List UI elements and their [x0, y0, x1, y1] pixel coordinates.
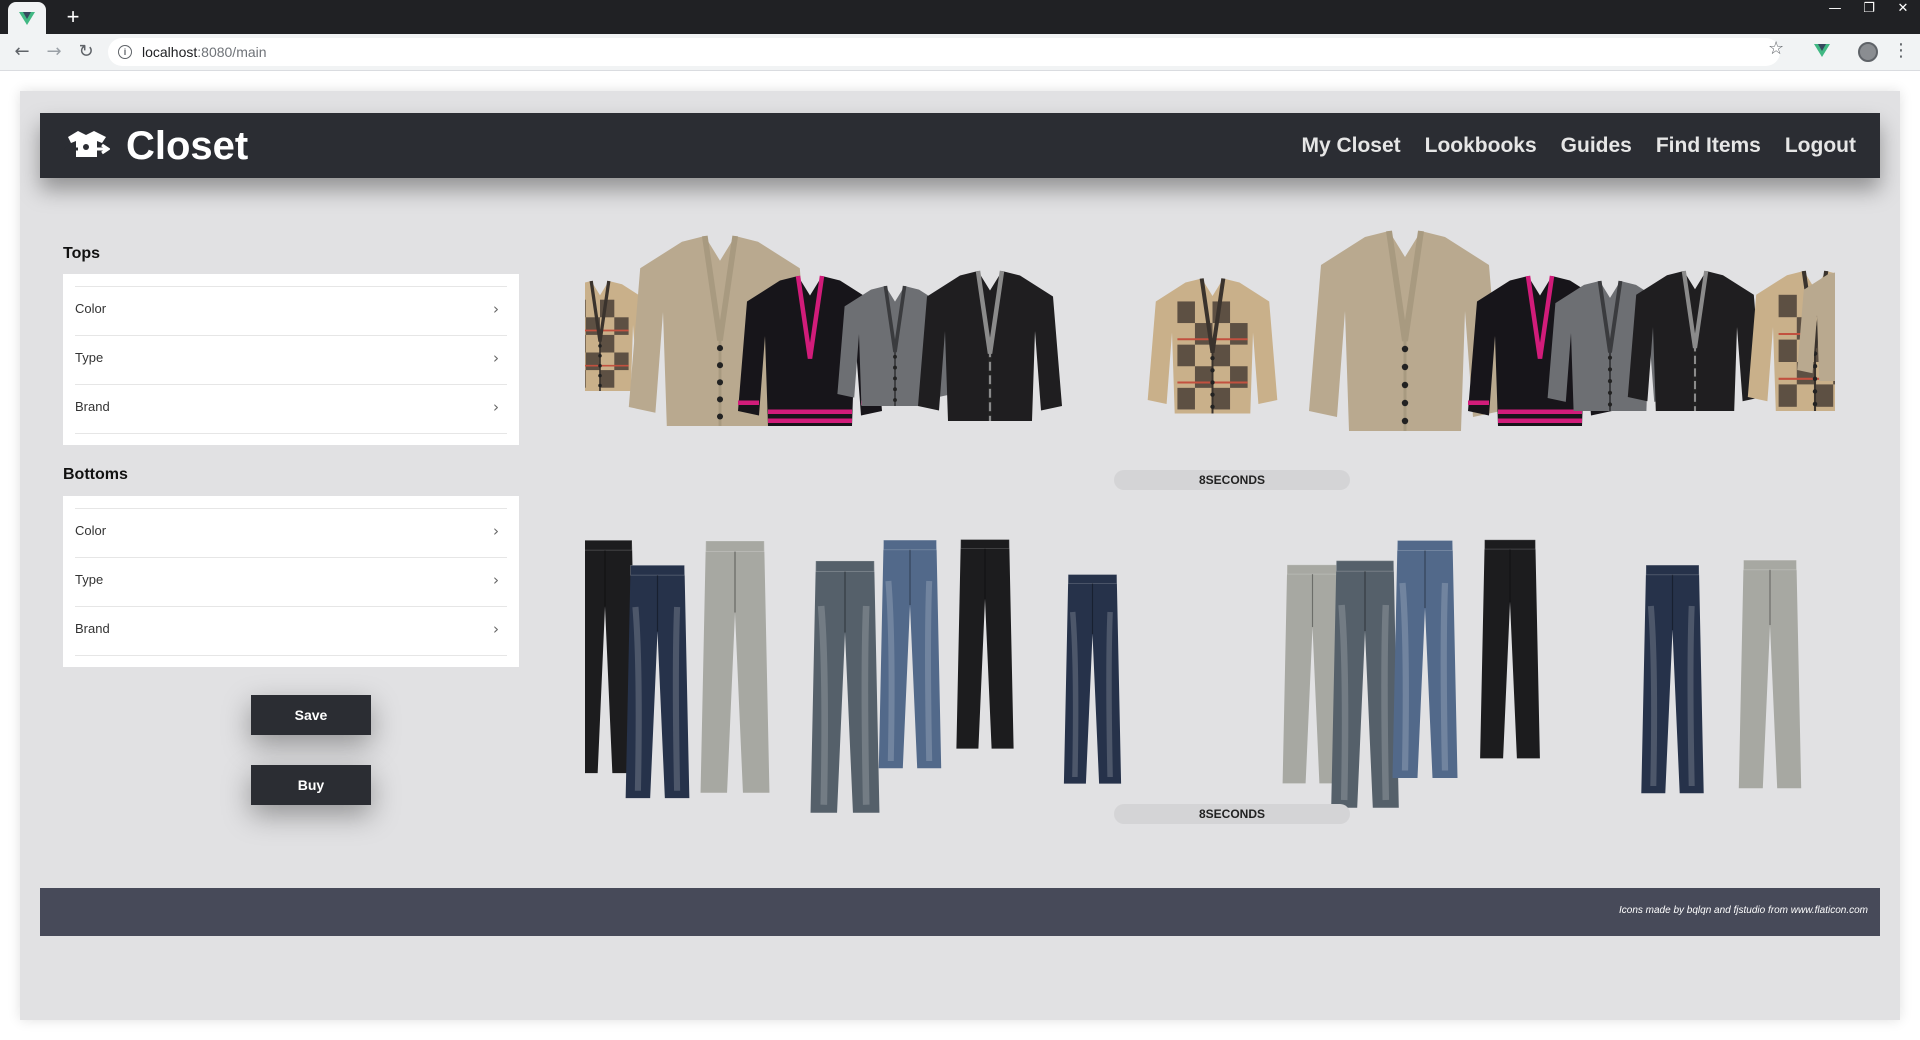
filter-label: Brand — [75, 399, 110, 414]
back-arrow-icon[interactable]: ← — [10, 40, 34, 64]
bottoms-filter-type[interactable]: Type › — [75, 557, 507, 606]
address-bar[interactable]: i localhost:8080/main — [108, 38, 1780, 66]
bottoms-brand-label: 8SECONDS — [1114, 804, 1350, 824]
jeans-blue-item[interactable] — [870, 533, 950, 773]
chevron-right-icon: › — [493, 349, 499, 367]
filter-label: Color — [75, 523, 107, 538]
chevron-right-icon: › — [493, 620, 499, 638]
pants-black-item[interactable] — [1465, 533, 1555, 763]
info-icon[interactable]: i — [118, 45, 132, 59]
tops-carousel-item[interactable] — [1795, 201, 1835, 456]
tops-filter-color[interactable]: Color › — [75, 286, 507, 335]
cardigan-beige-item[interactable] — [1795, 201, 1835, 451]
url-text[interactable]: localhost:8080/main — [142, 44, 267, 60]
minimize-button[interactable]: — — [1819, 0, 1851, 20]
tops-title: Tops — [63, 245, 101, 262]
chevron-right-icon: › — [493, 571, 499, 589]
buy-button[interactable]: Buy — [251, 765, 371, 805]
jeans-dark-item[interactable] — [1045, 568, 1140, 788]
filter-label: Color — [75, 301, 107, 316]
chevron-right-icon: › — [493, 300, 499, 318]
tops-carousel-item[interactable] — [915, 236, 1065, 461]
bottoms-filter-color[interactable]: Color › — [75, 508, 507, 557]
chevron-right-icon: › — [493, 522, 499, 540]
jeans-dark-item[interactable] — [1630, 558, 1715, 798]
main-nav: My Closet Lookbooks Guides Find Items Lo… — [1301, 133, 1856, 159]
app-page: Closet My Closet Lookbooks Guides Find I… — [20, 91, 1900, 1020]
cardigan-black-item[interactable] — [1625, 236, 1765, 446]
bottoms-carousel-item[interactable] — [1385, 533, 1465, 788]
tops-carousel-item[interactable] — [1145, 251, 1280, 446]
jeans-blue-item[interactable] — [1385, 533, 1465, 783]
tops-carousel-item[interactable] — [1625, 236, 1765, 451]
app-footer: Icons made by bqlqn and fjstudio from ww… — [40, 888, 1880, 936]
nav-guides[interactable]: Guides — [1561, 133, 1632, 159]
vue-devtools-extension-icon[interactable] — [1814, 44, 1830, 57]
pants-grey-item[interactable] — [680, 533, 790, 798]
filter-label: Type — [75, 350, 104, 365]
nav-my-closet[interactable]: My Closet — [1301, 133, 1400, 159]
chevron-right-icon: › — [493, 398, 499, 416]
bottoms-carousel-item[interactable] — [870, 533, 950, 778]
tops-filter-panel: Color › Type › Brand › — [63, 274, 519, 445]
reload-icon[interactable]: ↻ — [74, 40, 98, 64]
pants-grey-item[interactable] — [1715, 553, 1825, 793]
tops-brand-label: 8SECONDS — [1114, 470, 1350, 490]
bottoms-carousel-item[interactable] — [1630, 558, 1715, 803]
browser-tab[interactable] — [8, 2, 46, 34]
close-window-button[interactable]: ✕ — [1887, 0, 1919, 20]
filter-label: Type — [75, 572, 104, 587]
bottoms-carousel-item[interactable] — [1045, 568, 1140, 793]
nav-logout[interactable]: Logout — [1785, 133, 1856, 159]
new-tab-button[interactable]: + — [60, 4, 86, 30]
vue-logo-icon — [19, 11, 35, 25]
bottoms-carousel-item[interactable] — [680, 533, 790, 803]
forward-arrow-icon[interactable]: → — [42, 40, 66, 64]
nav-lookbooks[interactable]: Lookbooks — [1425, 133, 1537, 159]
browser-menu-icon[interactable]: ⋮ — [1892, 40, 1910, 61]
pants-black-item[interactable] — [940, 533, 1030, 753]
app-header: Closet My Closet Lookbooks Guides Find I… — [40, 113, 1880, 178]
filter-label: Brand — [75, 621, 110, 636]
nav-find-items[interactable]: Find Items — [1656, 133, 1761, 159]
restore-button[interactable]: ❐ — [1853, 0, 1885, 20]
url-path: :8080/main — [197, 44, 267, 60]
bottoms-filter-brand[interactable]: Brand › — [75, 606, 507, 656]
brand-name[interactable]: Closet — [126, 121, 248, 171]
save-button[interactable]: Save — [251, 695, 371, 735]
tops-carousel[interactable] — [585, 201, 1835, 501]
browser-toolbar: ← → ↻ i localhost:8080/main ☆ ⋮ — [0, 34, 1920, 71]
browser-tab-bar: + — ❐ ✕ — [0, 0, 1920, 34]
cardigan-black-item[interactable] — [915, 236, 1065, 456]
url-host: localhost — [142, 44, 198, 60]
cardigan-check-item[interactable] — [1145, 251, 1280, 441]
tops-filter-type[interactable]: Type › — [75, 335, 507, 384]
bottoms-filter-panel: Color › Type › Brand › — [63, 496, 519, 667]
bottoms-title: Bottoms — [63, 466, 128, 483]
icon-credit: Icons made by bqlqn and fjstudio from ww… — [1618, 905, 1868, 916]
profile-avatar[interactable] — [1858, 42, 1878, 62]
bottoms-carousel[interactable] — [585, 533, 1835, 813]
bottoms-carousel-item[interactable] — [940, 533, 1030, 758]
bottoms-carousel-item[interactable] — [1715, 553, 1825, 798]
closet-logo-icon — [64, 131, 110, 157]
tops-filter-brand[interactable]: Brand › — [75, 384, 507, 434]
bookmark-star-icon[interactable]: ☆ — [1768, 38, 1784, 59]
bottoms-carousel-item[interactable] — [1465, 533, 1555, 768]
